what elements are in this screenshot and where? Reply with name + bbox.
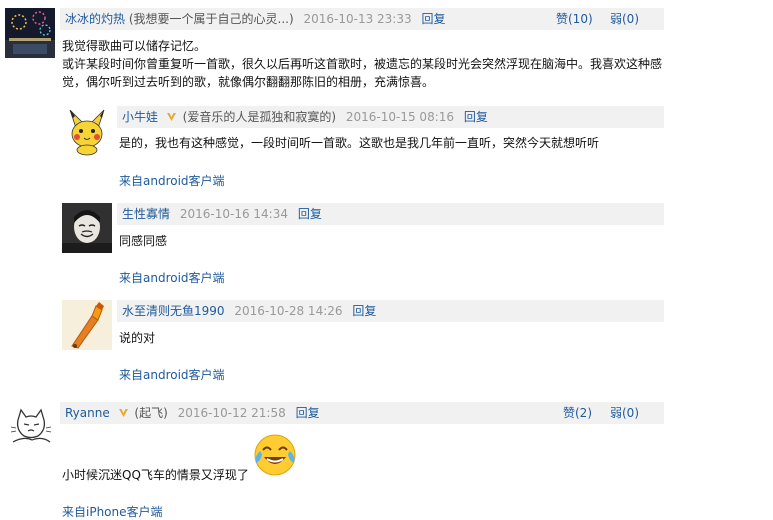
reply-text: 说的对 — [119, 331, 156, 345]
downvote-button[interactable]: 弱(0) — [610, 405, 639, 421]
username-link[interactable]: 小牛娃 — [122, 110, 158, 124]
comment-line: 我觉得歌曲可以储存记忆。 — [62, 39, 207, 53]
user-signature: (爱音乐的人是孤独和寂寞的) — [182, 110, 337, 124]
client-source-link[interactable]: 来自android客户端 — [119, 269, 225, 286]
comment-date: 2016-10-13 23:33 — [303, 12, 412, 26]
cat-sketch-avatar-image — [10, 408, 52, 443]
mask-avatar-image — [62, 203, 112, 253]
downvote-button[interactable]: 弱(0) — [610, 11, 639, 27]
username-link[interactable]: 生性寡情 — [122, 207, 170, 221]
reply-date: 2016-10-16 14:34 — [179, 207, 288, 221]
user-signature: (起飞) — [134, 406, 168, 420]
reply-text: 是的，我也有这种感觉，一段时间听一首歌。这歌也是我几年前一直听，突然今天就想听听 — [119, 136, 600, 150]
username-link[interactable]: 冰冰的灼热 — [65, 12, 125, 26]
comment-text: 小时候沉迷QQ飞车的情景又浮现了 — [62, 468, 249, 482]
fireworks-avatar-image — [5, 8, 55, 58]
reply-meta: 水至清则无鱼1990 2016-10-28 14:26 回复 — [122, 303, 376, 319]
upvote-button[interactable]: 赞(10) — [556, 11, 593, 27]
username-link[interactable]: 水至清则无鱼1990 — [122, 304, 225, 318]
avatar[interactable] — [62, 106, 112, 156]
tears-of-joy-emoji-icon — [252, 433, 298, 477]
username-link[interactable]: Ryanne — [65, 406, 110, 420]
reply-link[interactable]: 回复 — [464, 110, 488, 124]
client-source-link[interactable]: 来自iPhone客户端 — [62, 503, 163, 520]
comment-line: 或许某段时间你曾重复听一首歌，很久以后再听这首歌时，被遗忘的某段时光会突然浮现在… — [62, 57, 663, 71]
comment-date: 2016-10-12 21:58 — [177, 406, 286, 420]
reply-link[interactable]: 回复 — [352, 304, 376, 318]
pen-avatar-image — [62, 300, 112, 350]
reply-meta: 生性寡情 2016-10-16 14:34 回复 — [122, 206, 322, 222]
vip-icon — [166, 113, 176, 121]
upvote-button[interactable]: 赞(2) — [563, 405, 592, 421]
reply-meta: 小牛娃 (爱音乐的人是孤独和寂寞的) 2016-10-15 08:16 回复 — [122, 109, 488, 125]
avatar[interactable] — [62, 203, 112, 253]
user-signature: (我想要一个属于自己的心灵...) — [128, 12, 294, 26]
reply-date: 2016-10-15 08:16 — [345, 110, 455, 124]
avatar[interactable] — [10, 406, 52, 446]
comment-line: 觉，偶尔听到过去听到的歌，就像偶尔翻翻那陈旧的相册，充满惊喜。 — [62, 75, 435, 89]
comment-meta: 冰冰的灼热 (我想要一个属于自己的心灵...) 2016-10-13 23:33… — [65, 11, 445, 27]
avatar[interactable] — [5, 8, 55, 58]
reply-link[interactable]: 回复 — [298, 207, 322, 221]
reply-link[interactable]: 回复 — [421, 12, 445, 26]
pikachu-avatar-image — [69, 109, 105, 156]
client-source-link[interactable]: 来自android客户端 — [119, 172, 225, 189]
comment-meta: Ryanne (起飞) 2016-10-12 21:58 回复 — [65, 405, 320, 421]
client-source-link[interactable]: 来自android客户端 — [119, 366, 225, 383]
vip-icon — [118, 409, 128, 417]
reply-date: 2016-10-28 14:26 — [234, 304, 343, 318]
reply-text: 同感同感 — [119, 234, 168, 248]
reply-link[interactable]: 回复 — [296, 406, 320, 420]
avatar[interactable] — [62, 300, 112, 350]
